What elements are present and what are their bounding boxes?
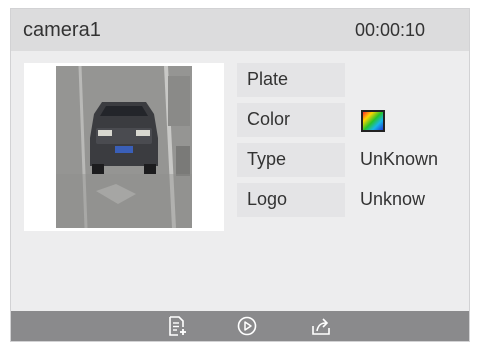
- card-toolbar: [11, 311, 469, 341]
- vehicle-snapshot-image: [56, 66, 192, 228]
- logo-value: Unknow: [360, 189, 426, 209]
- play-icon[interactable]: [237, 316, 257, 336]
- color-row: Color: [237, 103, 345, 137]
- plate-row: Plate: [237, 63, 345, 97]
- share-icon[interactable]: [311, 316, 331, 336]
- vehicle-snapshot[interactable]: [24, 63, 224, 231]
- logo-row: Logo: [237, 183, 345, 217]
- logo-label: Logo: [247, 189, 288, 209]
- type-value: UnKnown: [360, 149, 439, 169]
- capture-card: camera1 00:00:10 Plate Color Type UnKnow…: [10, 8, 470, 342]
- color-swatch-icon: [361, 110, 385, 132]
- type-row: Type: [237, 143, 345, 177]
- timestamp: 00:00:10: [355, 20, 426, 40]
- camera-name: camera1: [23, 19, 101, 41]
- type-label: Type: [247, 149, 287, 169]
- color-label: Color: [247, 109, 291, 129]
- plate-label: Plate: [247, 69, 289, 89]
- card-header: camera1 00:00:10: [11, 9, 469, 51]
- export-record-icon[interactable]: [167, 316, 187, 336]
